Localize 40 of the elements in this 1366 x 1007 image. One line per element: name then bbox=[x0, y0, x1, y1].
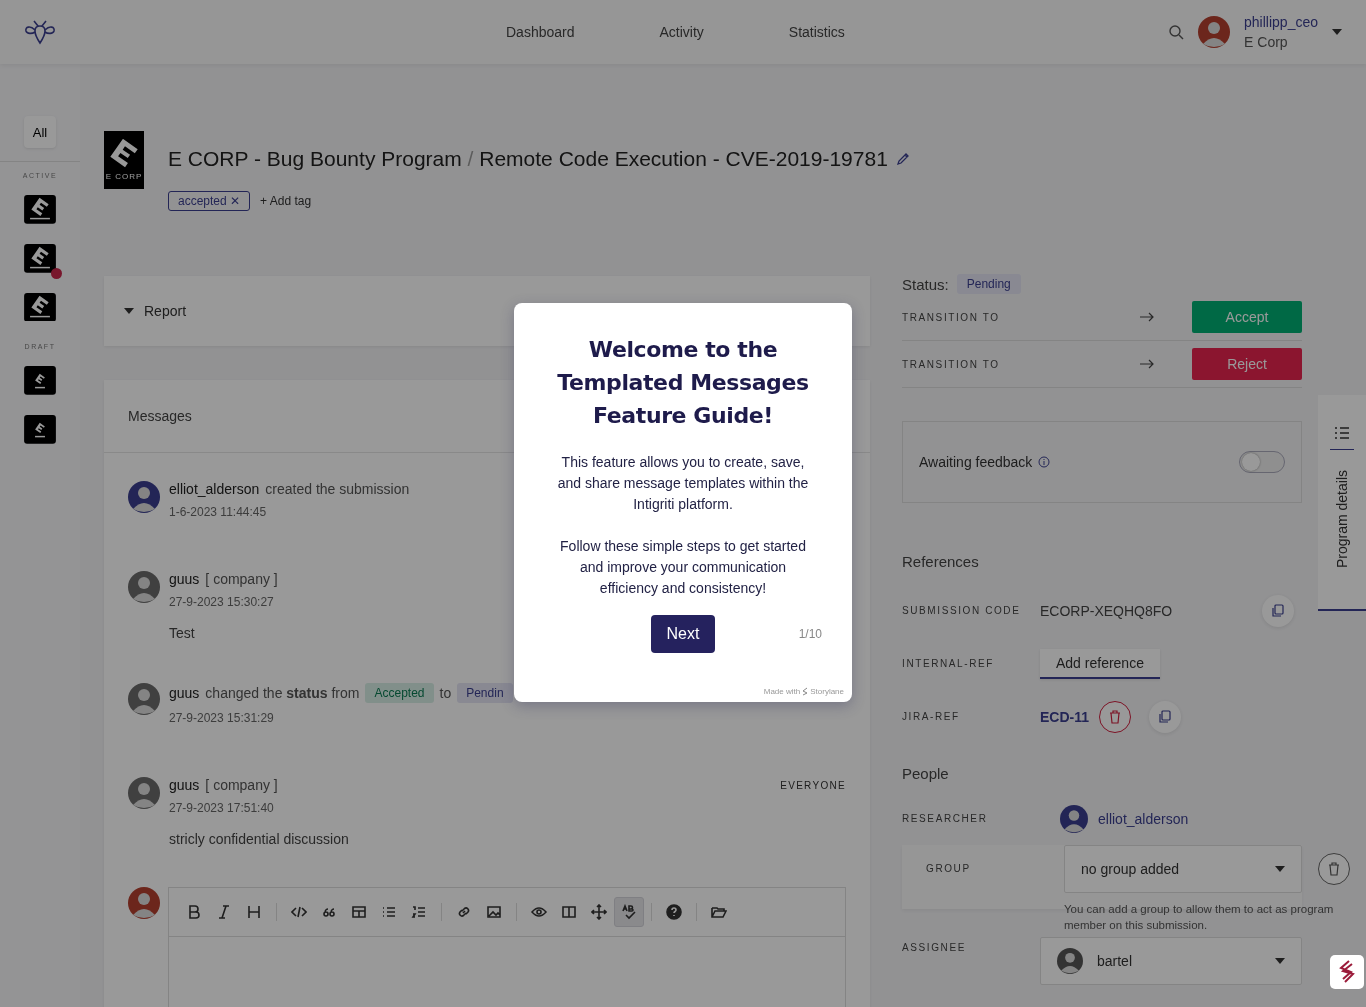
status-badge: Accepted bbox=[365, 683, 434, 703]
status-label: Status: bbox=[902, 275, 949, 293]
timestamp: 1-6-2023 11:44:45 bbox=[169, 505, 267, 519]
field-label: RESEARCHER bbox=[902, 813, 989, 824]
timestamp: 27-9-2023 15:30:27 bbox=[169, 595, 274, 609]
transition-label: TRANSITION TO bbox=[902, 311, 1001, 323]
event-text: changed the status from bbox=[205, 685, 360, 701]
audience-label: EVERYONE bbox=[780, 779, 846, 791]
timestamp: 27-9-2023 17:51:40 bbox=[169, 801, 274, 815]
event-text: to bbox=[439, 685, 452, 701]
field-label: JIRA-REF bbox=[902, 711, 961, 722]
section-title: References bbox=[902, 553, 980, 570]
breadcrumb-separator: / bbox=[467, 147, 474, 170]
program-logo: E CORP bbox=[104, 131, 144, 189]
brand-name: Storylane bbox=[810, 687, 844, 696]
field-label: SUBMISSION CODE bbox=[902, 605, 1022, 616]
report-label: Report bbox=[144, 303, 187, 319]
timestamp: 27-9-2023 15:31:29 bbox=[169, 711, 274, 725]
author-role: [ company ] bbox=[205, 571, 278, 587]
step-counter: 1/10 bbox=[798, 627, 822, 641]
message-text: stricly confidential discussion bbox=[169, 831, 349, 847]
user-org: E Corp bbox=[1244, 33, 1289, 52]
transition-label: TRANSITION TO bbox=[902, 358, 1001, 370]
field-label: INTERNAL-REF bbox=[902, 658, 995, 669]
submission-title: Remote Code Execution - CVE-2019-19781 bbox=[479, 147, 888, 170]
field-label: GROUP bbox=[926, 863, 972, 874]
help-text: You can add a group to allow them to act as program member on this submission. bbox=[1064, 902, 1335, 933]
dialog-text: Follow these simple steps to get started and improve your communication efficiency and consistency! bbox=[559, 537, 807, 598]
awaiting-feedback-label: Awaiting feedback bbox=[919, 454, 1033, 470]
field-label: ASSIGNEE bbox=[902, 941, 967, 953]
messages-title: Messages bbox=[128, 408, 192, 424]
section-title: People bbox=[902, 765, 950, 782]
message-text: Test bbox=[169, 625, 195, 641]
status-badge: Pending bbox=[956, 274, 1021, 294]
author-role: [ company ] bbox=[205, 777, 278, 793]
event-text: created the submission bbox=[265, 481, 410, 497]
status-badge: Pendin bbox=[457, 683, 513, 703]
credit-text: Made with bbox=[763, 687, 801, 696]
submission-code: ECORP-XEQHQ8FO bbox=[1040, 602, 1174, 619]
dialog-text: This feature allows you to create, save, and share message templates within the Intigriti platform. bbox=[556, 453, 810, 514]
